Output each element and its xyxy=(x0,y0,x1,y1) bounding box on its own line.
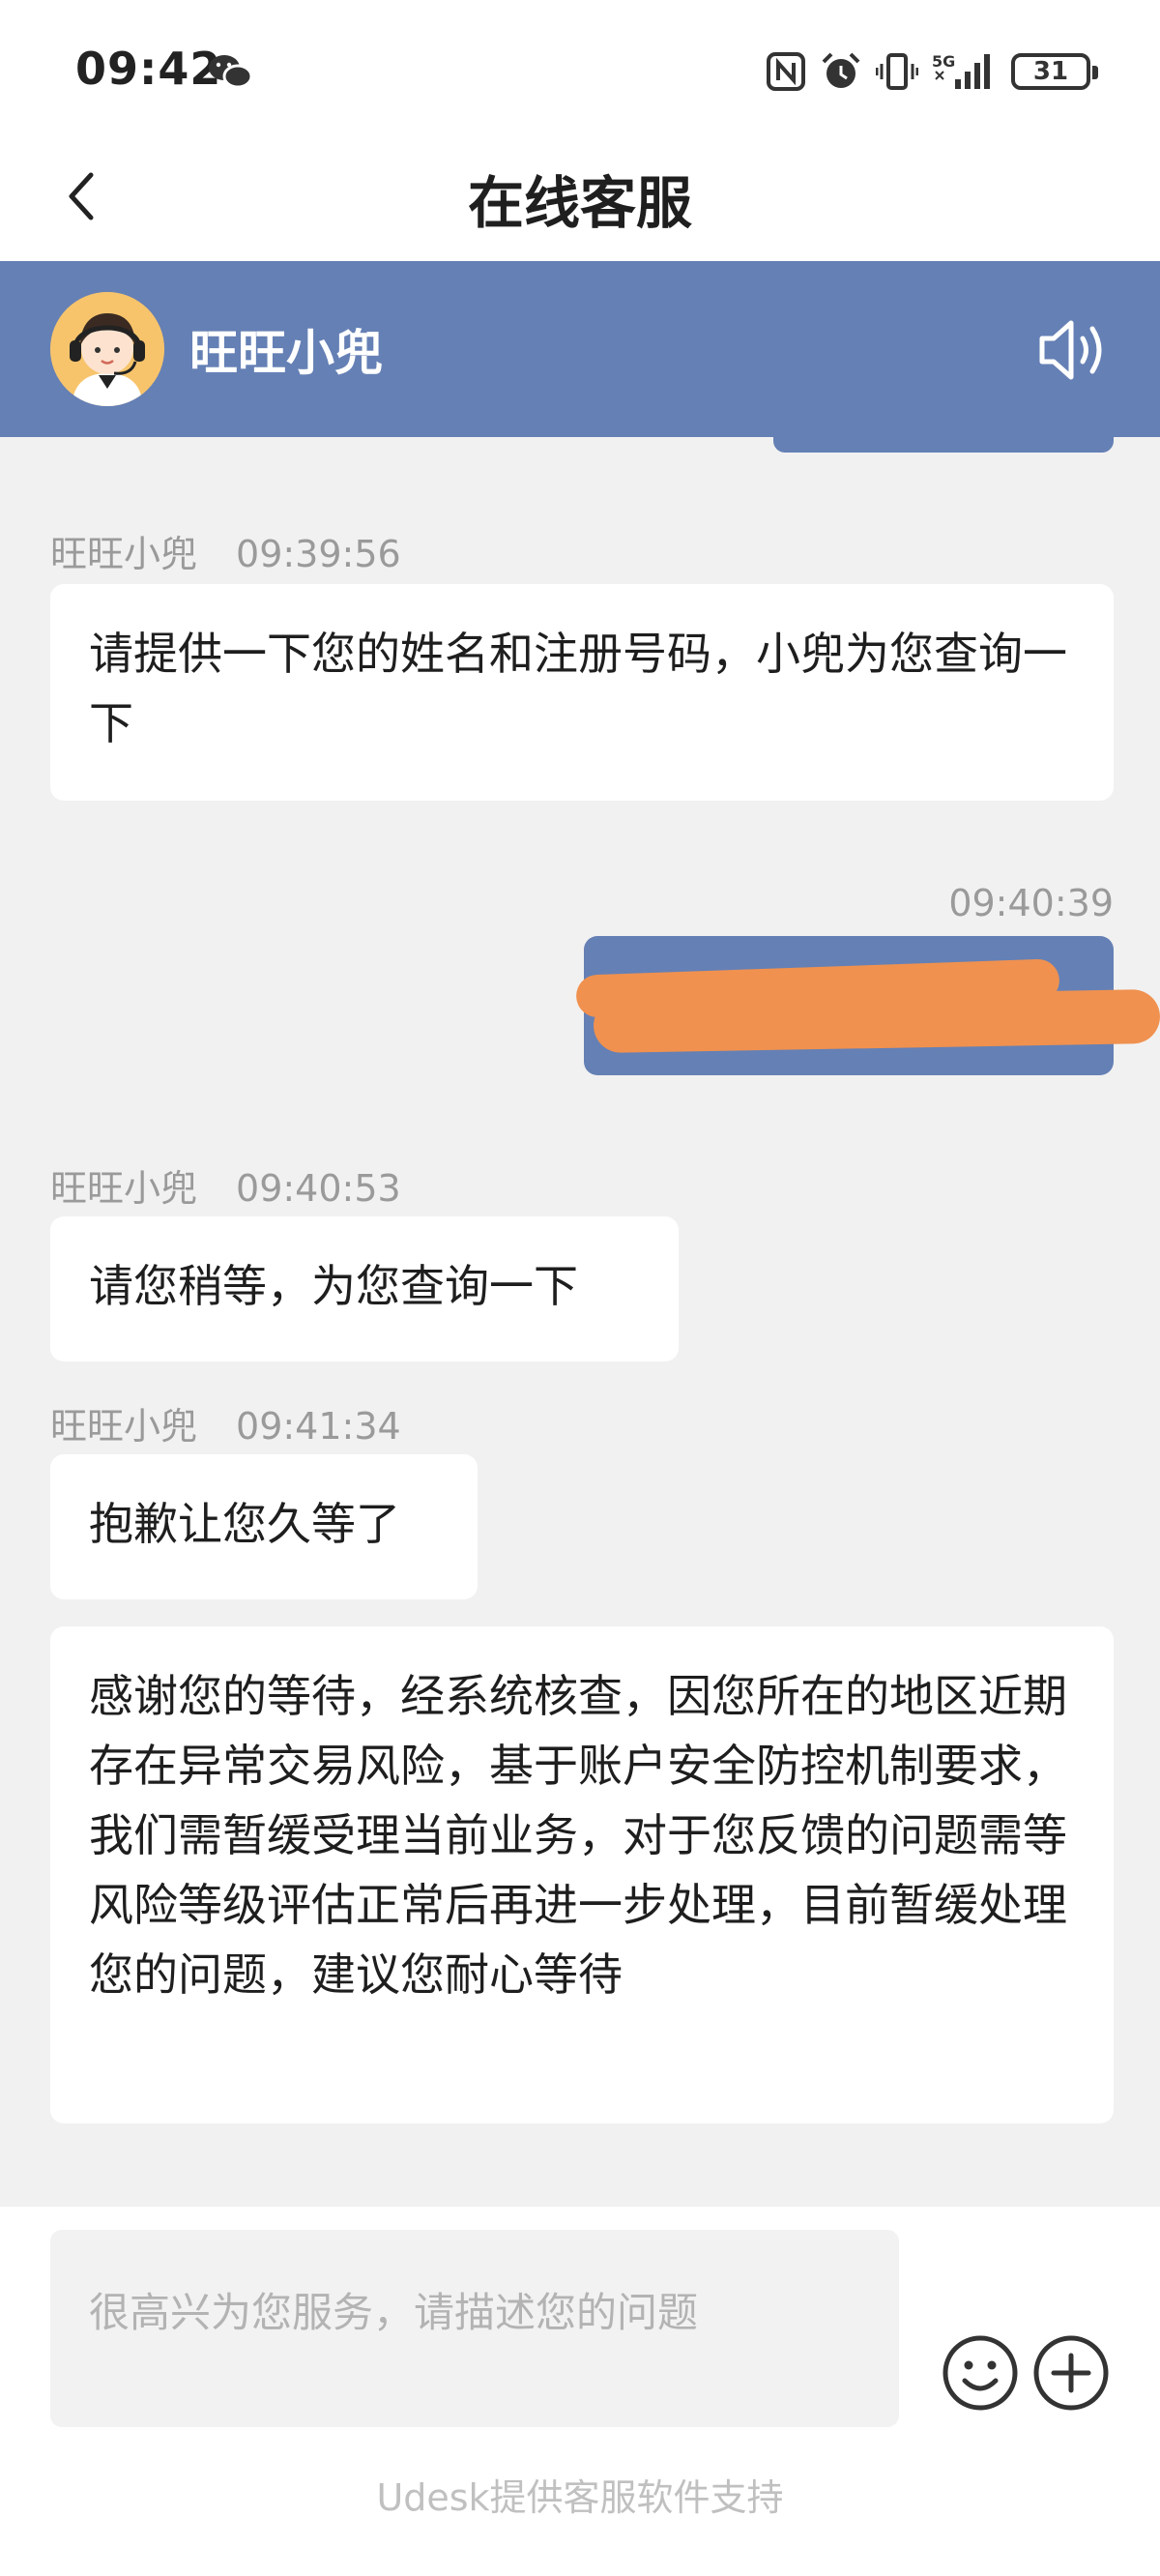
message-time: 09:40:39 xyxy=(948,882,1114,924)
message-meta: 旺旺小兜 09:40:53 xyxy=(50,1158,401,1212)
speaker-button[interactable] xyxy=(1034,311,1112,389)
message-meta: 旺旺小兜 09:41:34 xyxy=(50,1396,401,1449)
message-text: 感谢您的等待，经系统核查，因您所在的地区近期存在异常交易风险，基于账户安全防控机… xyxy=(89,1670,1067,2001)
battery-icon: 31 xyxy=(1011,53,1098,90)
input-bar: Udesk提供客服软件支持 xyxy=(0,2207,1160,2576)
message-sender: 旺旺小兜 xyxy=(50,533,198,575)
powered-by-text: Udesk提供客服软件支持 xyxy=(376,2476,784,2519)
smiley-icon xyxy=(942,2335,1018,2411)
agent-message-bubble: 感谢您的等待，经系统核查，因您所在的地区近期存在异常交易风险，基于账户安全防控机… xyxy=(50,1626,1114,2123)
message-text: 抱歉让您久等了 xyxy=(89,1498,400,1550)
message-time: 09:39:56 xyxy=(236,533,401,575)
message-time: 09:40:53 xyxy=(236,1167,401,1210)
message-sender: 旺旺小兜 xyxy=(50,1405,198,1448)
alarm-icon xyxy=(822,52,860,88)
message-text: 请提供一下您的姓名和注册号码，小兜为您查询一下 xyxy=(89,628,1067,749)
message-input[interactable] xyxy=(50,2230,899,2427)
message-meta: 09:40:39 xyxy=(948,882,1114,924)
redaction-mark xyxy=(593,988,1160,1054)
battery-level: 31 xyxy=(1032,57,1069,86)
network-label: 5G xyxy=(932,52,955,71)
message-sender: 旺旺小兜 xyxy=(50,1167,198,1210)
message-time: 09:41:34 xyxy=(236,1405,401,1448)
agent-message-bubble: 请提供一下您的姓名和注册号码，小兜为您查询一下 xyxy=(50,584,1114,801)
add-button[interactable] xyxy=(1032,2334,1110,2412)
emoji-button[interactable] xyxy=(942,2334,1019,2412)
agent-header: 旺旺小兜 xyxy=(0,261,1160,437)
agent-message-bubble: 抱歉让您久等了 xyxy=(50,1454,478,1599)
agent-avatar-illustration xyxy=(50,292,164,406)
nfc-icon xyxy=(767,52,805,91)
plus-circle-icon xyxy=(1033,2335,1109,2411)
status-time: 09:42 xyxy=(75,43,222,95)
status-icons: 5G 31 xyxy=(766,48,1098,95)
chat-area[interactable]: 旺旺小兜 09:39:56 请提供一下您的姓名和注册号码，小兜为您查询一下 09:… xyxy=(0,437,1160,2207)
message-text: 请您稍等，为您查询一下 xyxy=(89,1260,578,1312)
message-meta: 旺旺小兜 09:39:56 xyxy=(50,524,401,577)
wechat-icon xyxy=(209,55,253,89)
page-title: 在线客服 xyxy=(467,170,692,236)
nav-bar: 在线客服 xyxy=(0,140,1160,261)
agent-message-bubble: 请您稍等，为您查询一下 xyxy=(50,1216,679,1361)
speaker-icon xyxy=(1039,320,1102,380)
status-bar: 09:42 5G 31 xyxy=(0,0,1160,140)
vibrate-icon xyxy=(876,53,918,90)
avatar xyxy=(50,292,164,406)
agent-name: 旺旺小兜 xyxy=(189,325,383,381)
signal-icon: 5G xyxy=(932,52,990,89)
